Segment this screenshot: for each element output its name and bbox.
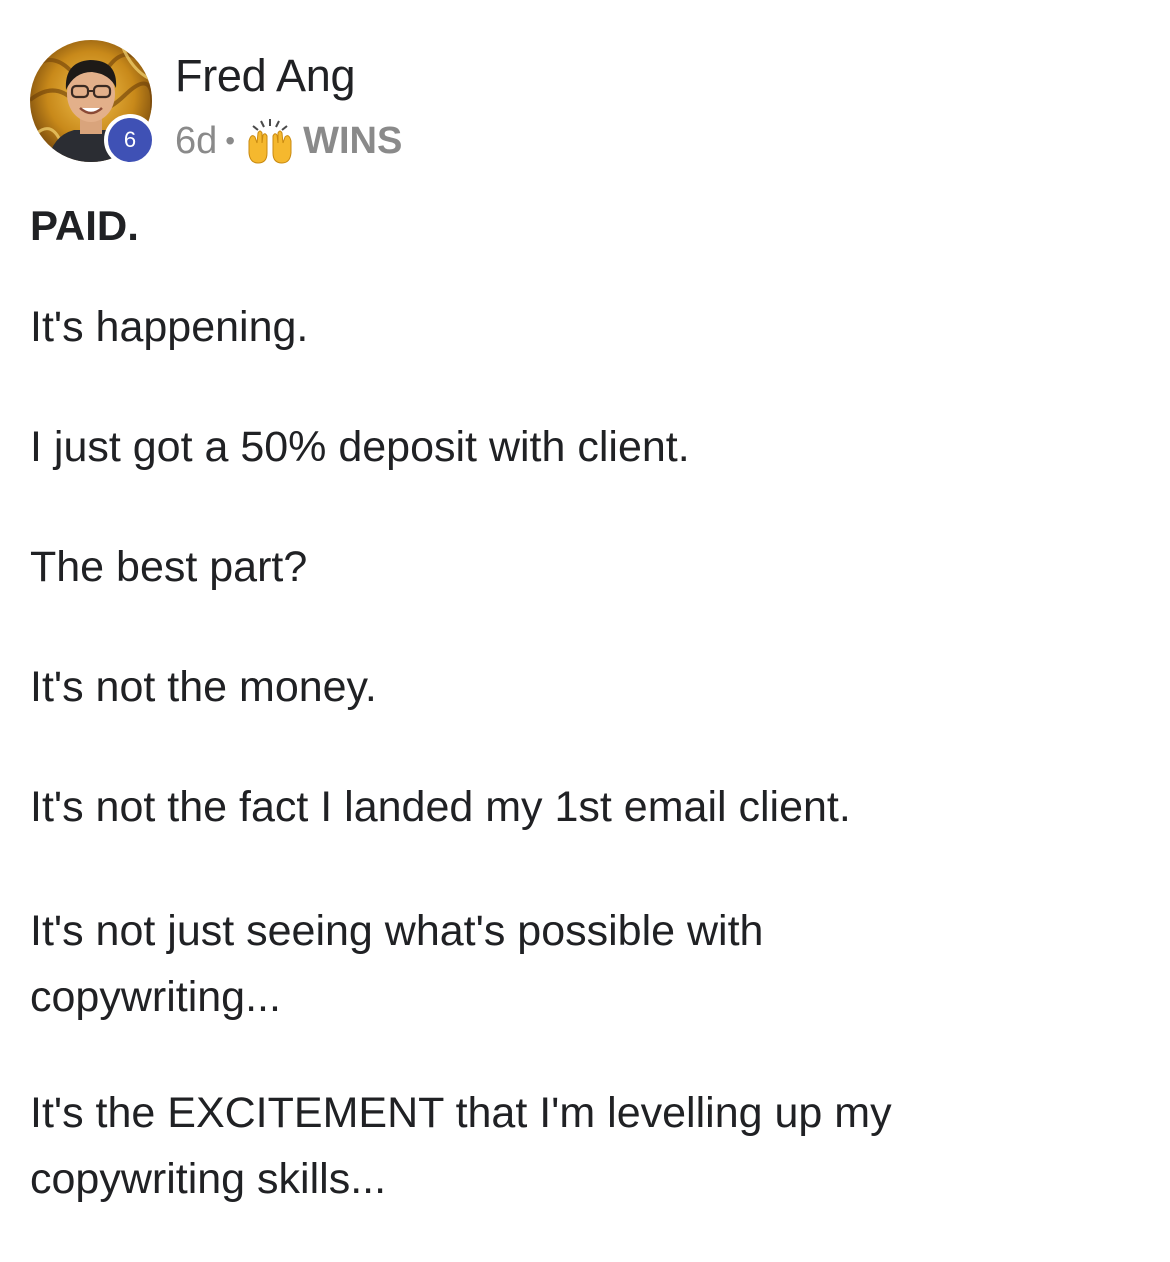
category-link[interactable]: WINS bbox=[303, 120, 402, 163]
post-body: It's happening. I just got a 50% deposit… bbox=[30, 298, 1130, 1262]
post-title: PAID. bbox=[30, 202, 139, 249]
post-paragraph: It's not the money. bbox=[30, 663, 377, 711]
post-paragraph: It's not the fact I landed my 1st email … bbox=[30, 783, 851, 831]
meta-separator: • bbox=[225, 125, 236, 156]
post-paragraph: It's not just seeing what's possible wit… bbox=[30, 907, 764, 1021]
post-header: 6 Fred Ang 6d • WINS bbox=[30, 40, 1130, 175]
post-paragraph: The best part? bbox=[30, 543, 308, 591]
post-paragraph: It's the EXCITEMENT that I'm levelling u… bbox=[30, 1089, 892, 1203]
post-meta: 6d • WINS bbox=[175, 116, 402, 166]
author-name[interactable]: Fred Ang bbox=[175, 50, 356, 102]
post-age: 6d bbox=[175, 119, 218, 162]
post-card: 6 Fred Ang 6d • WINS PAID. It's happenin… bbox=[0, 0, 1170, 1236]
level-badge: 6 bbox=[104, 114, 156, 166]
author-avatar-button[interactable]: 6 bbox=[30, 40, 156, 166]
raising-hands-icon bbox=[245, 117, 295, 165]
post-paragraph: I just got a 50% deposit with client. bbox=[30, 423, 690, 471]
post-paragraph: It's happening. bbox=[30, 303, 309, 351]
